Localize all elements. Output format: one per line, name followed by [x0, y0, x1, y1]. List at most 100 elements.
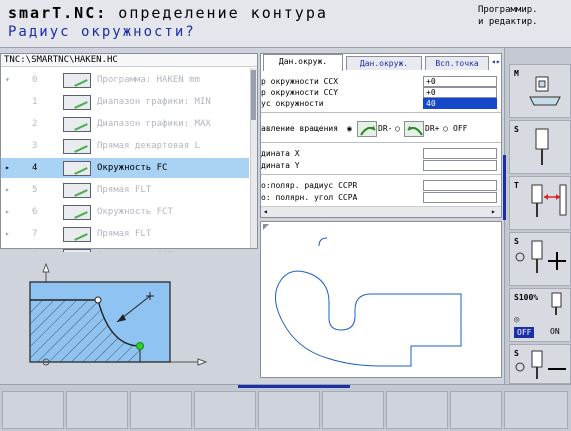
softkey-spindle-plus[interactable]: S — [509, 232, 571, 286]
row-x: дината X — [261, 148, 501, 159]
softkey-1[interactable] — [2, 391, 64, 429]
scroll-right-icon[interactable]: ▸ — [491, 207, 496, 216]
softkey-s[interactable]: S — [509, 120, 571, 174]
ccx-input[interactable]: +0 — [423, 76, 497, 87]
block-number: 2 — [32, 119, 38, 129]
label-off: OFF — [453, 124, 468, 133]
tree-row[interactable]: 1 Диапазон графики: MIN — [1, 92, 249, 112]
radio-dr-plus[interactable]: ○ — [395, 120, 400, 138]
divider — [261, 112, 501, 113]
softkey-s100-label: S100% — [514, 293, 539, 302]
override-off-label: OFF — [514, 327, 535, 338]
softkey-t[interactable]: T — [509, 176, 571, 230]
rotate-icon: ◎ — [514, 315, 520, 325]
spindle-minus-icon — [515, 350, 566, 379]
tree-row[interactable]: ▸ 6 Окружность FCT — [1, 202, 249, 222]
bottom-softkey-bar — [0, 384, 571, 431]
tree-scrollbar-thumb[interactable] — [251, 70, 256, 120]
tree-row[interactable]: 2 Диапазон графики: MAX — [1, 114, 249, 134]
block-number: 7 — [32, 229, 38, 239]
program-tree: TNC:\SMARTNC\HAKEN.HC ▾ 0 Программа: HAKEN… — [0, 53, 258, 264]
block-number: 0 — [32, 75, 38, 85]
tree-row-label: Прямая декартовая L — [97, 141, 200, 151]
softkey-row-indicator — [238, 385, 350, 388]
row-polar-radius: о:поляр. радиус CCPR — [261, 180, 501, 191]
row-direction: авление вращения ◉ DR- ○ DR+ ○ OFF — [261, 120, 501, 138]
expand-icon[interactable]: ▸ — [5, 180, 10, 200]
row-ccy: р окружности CCY +0 — [261, 87, 501, 98]
scroll-left-icon[interactable]: ◂ — [263, 207, 268, 216]
expand-icon[interactable]: ▸ — [5, 202, 10, 222]
contour-element-icon — [63, 205, 91, 220]
label-radius: ус окружности — [261, 99, 324, 108]
machine-icon — [529, 76, 561, 106]
tree-row-label: Диапазон графики: MAX — [97, 119, 211, 129]
cw-icon — [357, 121, 377, 137]
block-number: 4 — [32, 163, 38, 173]
softkey-8[interactable] — [450, 391, 502, 429]
contour-element-icon — [63, 161, 91, 176]
tree-row[interactable]: ▸ 5 Прямая FLT — [1, 180, 249, 200]
contour-drawing — [263, 224, 462, 367]
softkey-3[interactable] — [130, 391, 192, 429]
help-graphic — [0, 252, 258, 378]
softkey-6[interactable] — [322, 391, 384, 429]
row-radius: ус окружности 40 — [261, 98, 501, 109]
radio-off[interactable]: ○ — [443, 120, 448, 138]
label-ccx: р окружности CCX — [261, 77, 339, 86]
dialog-prompt: Радиус окружности? — [8, 24, 196, 40]
expand-icon[interactable]: ▸ — [5, 158, 10, 178]
label-ccy: р окружности CCY — [261, 88, 339, 97]
softkey-spindle-override[interactable]: S100% ◎ OFF ON — [509, 288, 571, 342]
tree-row-label: Окружность FC — [97, 163, 168, 173]
softkey-9[interactable] — [504, 391, 568, 429]
ccy-input[interactable]: +0 — [423, 87, 497, 98]
tab-aux-point[interactable]: Всп.точка — [425, 56, 489, 70]
operating-mode: Программир. и редактир. — [478, 5, 538, 27]
radius-input[interactable]: 40 — [423, 98, 497, 109]
tree-row[interactable]: ▸ 7 Прямая FLT — [1, 224, 249, 244]
collapse-icon[interactable]: ▾ — [5, 70, 10, 90]
expand-icon[interactable]: ▸ — [5, 224, 10, 244]
contour-element-icon — [63, 183, 91, 198]
contour-element-icon — [63, 95, 91, 110]
polar-angle-input[interactable] — [423, 192, 497, 203]
tree-row[interactable]: ▾ 0 Программа: HAKEN mm — [1, 70, 249, 90]
softkey-spindle-minus[interactable]: S — [509, 344, 571, 384]
tab-circle-data-2[interactable]: Дан.окруж. — [346, 56, 422, 70]
x-input[interactable] — [423, 148, 497, 159]
softkey-2[interactable] — [66, 391, 128, 429]
softkey-m-label: M — [514, 69, 519, 78]
softkey-7[interactable] — [386, 391, 448, 429]
spindle-icon — [535, 128, 549, 165]
tree-row[interactable]: 3 Прямая декартовая L — [1, 136, 249, 156]
contour-element-icon — [63, 117, 91, 132]
y-input[interactable] — [423, 160, 497, 171]
softkey-5[interactable] — [258, 391, 320, 429]
app-title: smarT.NC: определение контура — [8, 4, 328, 22]
label-polar-angle: о: полярн. угол CCPA — [261, 193, 358, 202]
contour-element-icon — [63, 73, 91, 88]
tree-row[interactable]: ▸ 4 Окружность FC — [1, 158, 249, 178]
softkey-m[interactable]: M — [509, 64, 571, 118]
softkey-t-label: T — [514, 181, 519, 190]
form-horizontal-scrollbar[interactable]: ◂ ▸ — [261, 206, 501, 217]
tree-row-label: Прямая FLT — [97, 229, 152, 239]
row-ccx: р окружности CCX +0 — [261, 76, 501, 87]
radio-dr-minus[interactable]: ◉ — [347, 120, 352, 138]
tab-scroll-arrows[interactable]: ◂▸ — [491, 57, 501, 66]
label-direction: авление вращения — [261, 124, 339, 133]
divider — [261, 174, 501, 175]
label-dr-plus: DR+ — [425, 124, 440, 133]
softkey-s-label: S — [514, 125, 519, 134]
file-path: TNC:\SMARTNC\HAKEN.HC — [1, 54, 257, 67]
softkey-level-indicator — [503, 155, 506, 220]
row-y: дината Y — [261, 160, 501, 171]
softkey-4[interactable] — [194, 391, 256, 429]
tab-circle-data-1[interactable]: Дан.окруж. — [263, 54, 343, 71]
spindle-override-icon — [551, 292, 562, 315]
tree-row-label: Прямая FLT — [97, 185, 152, 195]
tree-row-label: Окружность FCT — [97, 207, 173, 217]
polar-radius-input[interactable] — [423, 180, 497, 191]
help-graphic-drawing — [29, 262, 208, 366]
